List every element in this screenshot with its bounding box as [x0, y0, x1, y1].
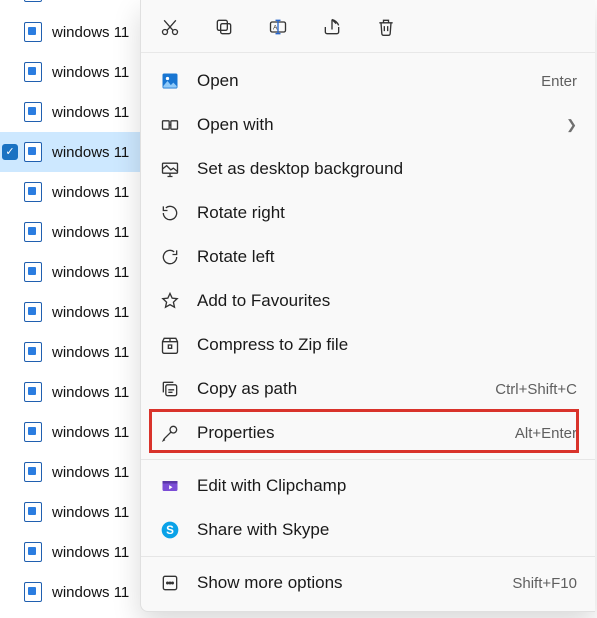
delete-icon[interactable]	[375, 16, 397, 38]
file-label: windows 11	[52, 384, 129, 401]
file-label: windows 11	[52, 0, 129, 1]
image-file-icon	[24, 262, 42, 282]
menu-item-label: Edit with Clipchamp	[197, 476, 577, 496]
svg-text:A: A	[273, 25, 278, 32]
image-file-icon	[24, 462, 42, 482]
image-file-icon	[24, 302, 42, 322]
svg-text:S: S	[166, 524, 174, 537]
menu-item-label: Properties	[197, 423, 515, 443]
image-file-icon	[24, 342, 42, 362]
clipchamp-icon	[159, 475, 181, 497]
menu-item-rotate-right[interactable]: Rotate right	[141, 191, 595, 235]
image-file-icon	[24, 102, 42, 122]
menu-item-share-with-skype[interactable]: S Share with Skype	[141, 508, 595, 552]
file-label: windows 11	[52, 104, 129, 121]
image-file-icon	[24, 62, 42, 82]
menu-item-shortcut: Enter	[541, 73, 577, 90]
menu-item-label: Rotate left	[197, 247, 577, 267]
menu-separator	[141, 556, 595, 557]
copy-path-icon	[159, 378, 181, 400]
file-label: windows 11	[52, 584, 129, 601]
open-with-icon	[159, 114, 181, 136]
menu-item-rotate-left[interactable]: Rotate left	[141, 235, 595, 279]
file-label: windows 11	[52, 184, 129, 201]
file-label: windows 11	[52, 224, 129, 241]
properties-icon	[159, 422, 181, 444]
context-menu-toolbar: A	[141, 0, 595, 53]
menu-item-shortcut: Alt+Enter	[515, 425, 577, 442]
menu-item-label: Copy as path	[197, 379, 495, 399]
context-menu-list: OpenEnterOpen with❯Set as desktop backgr…	[141, 53, 595, 611]
menu-item-label: Open with	[197, 115, 566, 135]
menu-item-properties[interactable]: PropertiesAlt+Enter	[141, 411, 595, 455]
rotate-right-icon	[159, 202, 181, 224]
menu-item-label: Compress to Zip file	[197, 335, 577, 355]
menu-item-open-with[interactable]: Open with❯	[141, 103, 595, 147]
image-file-icon	[24, 22, 42, 42]
cut-icon[interactable]	[159, 16, 181, 38]
share-icon[interactable]	[321, 16, 343, 38]
image-file-icon	[24, 182, 42, 202]
menu-item-open[interactable]: OpenEnter	[141, 59, 595, 103]
menu-separator	[141, 459, 595, 460]
file-label: windows 11	[52, 424, 129, 441]
image-file-icon	[24, 142, 42, 162]
image-file-icon	[24, 422, 42, 442]
rename-icon[interactable]: A	[267, 16, 289, 38]
file-label: windows 11	[52, 24, 129, 41]
menu-item-label: Open	[197, 71, 541, 91]
menu-item-label: Share with Skype	[197, 520, 577, 540]
menu-item-copy-as-path[interactable]: Copy as pathCtrl+Shift+C	[141, 367, 595, 411]
menu-item-add-to-favourites[interactable]: Add to Favourites	[141, 279, 595, 323]
file-label: windows 11	[52, 344, 129, 361]
menu-item-label: Show more options	[197, 573, 512, 593]
image-file-icon	[24, 582, 42, 602]
checkbox-icon[interactable]: ✓	[2, 144, 18, 160]
file-label: windows 11	[52, 64, 129, 81]
menu-item-shortcut: Ctrl+Shift+C	[495, 381, 577, 398]
file-label: windows 11	[52, 504, 129, 521]
menu-item-set-as-desktop-background[interactable]: Set as desktop background	[141, 147, 595, 191]
file-label: windows 11	[52, 304, 129, 321]
menu-item-label: Rotate right	[197, 203, 577, 223]
image-file-icon	[24, 0, 42, 2]
image-file-icon	[24, 222, 42, 242]
context-menu: A OpenEnterOpen with❯Set as desktop back…	[140, 0, 595, 612]
open-image-icon	[159, 70, 181, 92]
copy-icon[interactable]	[213, 16, 235, 38]
menu-item-edit-with-clipchamp[interactable]: Edit with Clipchamp	[141, 464, 595, 508]
star-icon	[159, 290, 181, 312]
file-label: windows 11	[52, 264, 129, 281]
menu-item-compress-to-zip-file[interactable]: Compress to Zip file	[141, 323, 595, 367]
set-desktop-icon	[159, 158, 181, 180]
menu-item-label: Add to Favourites	[197, 291, 577, 311]
file-label: windows 11	[52, 544, 129, 561]
menu-item-show-more-options[interactable]: Show more optionsShift+F10	[141, 561, 595, 605]
rotate-left-icon	[159, 246, 181, 268]
chevron-right-icon: ❯	[566, 117, 577, 133]
image-file-icon	[24, 542, 42, 562]
zip-icon	[159, 334, 181, 356]
file-label: windows 11	[52, 464, 129, 481]
skype-icon: S	[159, 519, 181, 541]
menu-item-label: Set as desktop background	[197, 159, 577, 179]
menu-item-shortcut: Shift+F10	[512, 575, 577, 592]
image-file-icon	[24, 502, 42, 522]
file-label: windows 11	[52, 144, 129, 161]
more-options-icon	[159, 572, 181, 594]
image-file-icon	[24, 382, 42, 402]
